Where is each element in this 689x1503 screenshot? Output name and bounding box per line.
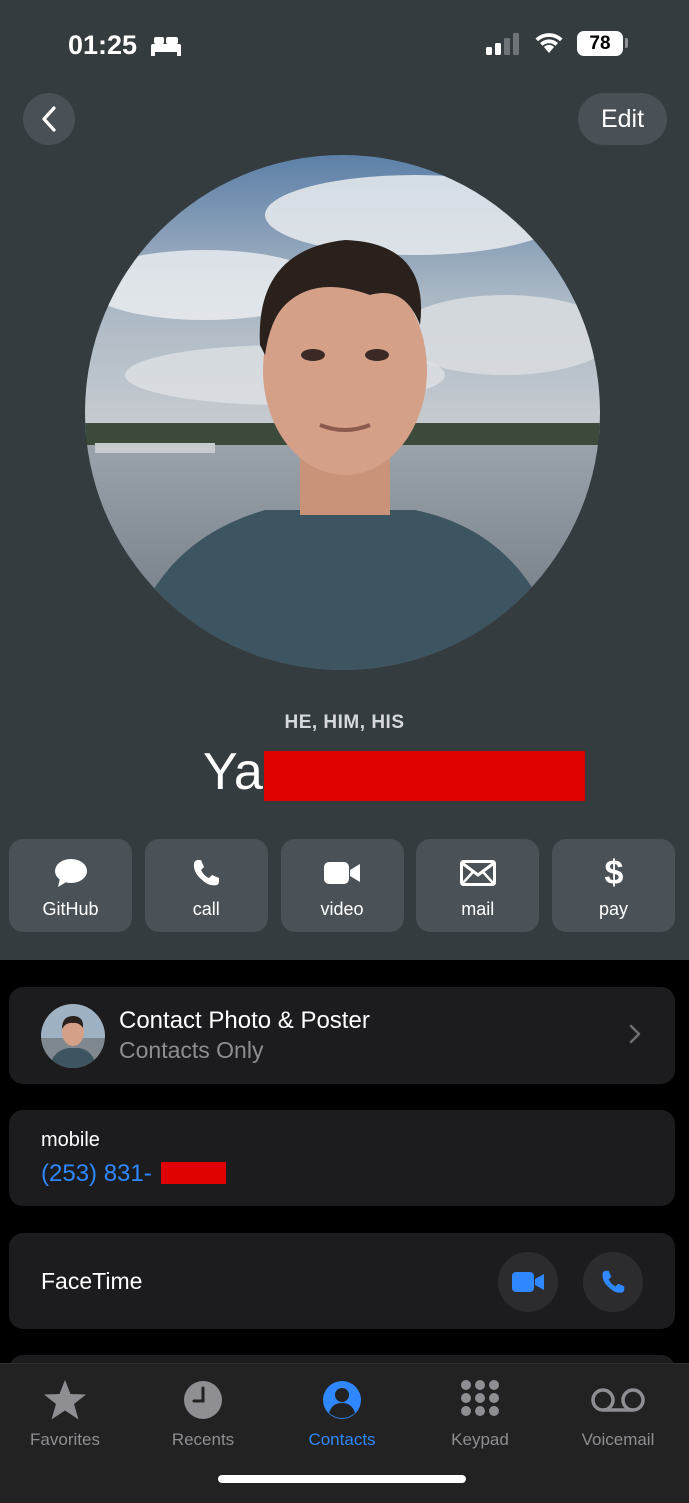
message-icon xyxy=(54,859,87,887)
pronouns-label: HE, HIM, HIS xyxy=(284,712,405,733)
poster-title: Contact Photo & Poster xyxy=(119,1007,370,1034)
video-icon xyxy=(512,1272,544,1292)
home-indicator[interactable] xyxy=(218,1475,466,1483)
call-button[interactable]: call xyxy=(144,839,268,932)
facetime-label: FaceTime xyxy=(41,1268,143,1294)
facetime-audio-button[interactable] xyxy=(583,1252,643,1312)
github-message-button[interactable]: GitHub xyxy=(9,839,132,932)
voicemail-icon xyxy=(591,1388,645,1412)
tab-label: Voicemail xyxy=(581,1430,655,1449)
phone-number-row[interactable]: mobile (253) 831- xyxy=(9,1110,675,1206)
chevron-left-icon xyxy=(42,106,56,132)
action-label: call xyxy=(192,899,220,919)
clock-icon xyxy=(184,1381,222,1419)
contact-photo-poster-row[interactable]: Contact Photo & Poster Contacts Only xyxy=(9,987,675,1084)
quick-actions-row: GitHub call video mail $ pay xyxy=(9,839,675,932)
contact-photo[interactable] xyxy=(85,155,600,670)
tab-contacts[interactable]: Contacts xyxy=(282,1378,402,1450)
tab-recents[interactable]: Recents xyxy=(143,1378,263,1450)
phone-label: mobile xyxy=(41,1129,100,1151)
mail-button[interactable]: mail xyxy=(416,839,540,932)
action-label: video xyxy=(320,899,364,919)
action-label: pay xyxy=(598,899,629,919)
tab-label: Keypad xyxy=(451,1430,509,1449)
tab-keypad[interactable]: Keypad xyxy=(420,1378,540,1450)
phone-number-link[interactable]: (253) 831- xyxy=(41,1160,152,1188)
battery-cap xyxy=(625,38,628,48)
tab-label: Contacts xyxy=(308,1430,376,1449)
star-icon xyxy=(44,1380,86,1420)
tab-favorites[interactable]: Favorites xyxy=(5,1378,125,1450)
status-time: 01:25 xyxy=(68,30,138,60)
keypad-icon xyxy=(461,1380,499,1416)
chevron-right-icon xyxy=(629,1024,641,1044)
edit-button[interactable]: Edit xyxy=(578,93,667,145)
svg-text:$: $ xyxy=(604,856,623,890)
mini-avatar xyxy=(41,1004,105,1068)
sleep-focus-icon xyxy=(151,37,181,56)
tab-label: Favorites xyxy=(30,1430,100,1449)
video-icon xyxy=(324,862,360,884)
facetime-video-button[interactable] xyxy=(498,1252,558,1312)
tab-voicemail[interactable]: Voicemail xyxy=(558,1378,678,1450)
phone-icon xyxy=(194,860,220,886)
wifi-icon xyxy=(535,33,563,53)
phone-redaction-box xyxy=(161,1162,226,1184)
poster-subtitle: Contacts Only xyxy=(119,1037,264,1063)
cellular-signal-icon xyxy=(486,33,519,55)
pay-button[interactable]: $ pay xyxy=(552,839,675,932)
contact-name: Ya xyxy=(203,743,263,801)
tab-label: Recents xyxy=(171,1430,235,1449)
action-label: mail xyxy=(461,899,495,919)
video-button[interactable]: video xyxy=(280,839,404,932)
phone-icon xyxy=(602,1270,625,1293)
portrait-image xyxy=(85,155,600,670)
back-button[interactable] xyxy=(23,93,75,145)
action-label: GitHub xyxy=(42,899,99,919)
facetime-row: FaceTime xyxy=(9,1233,675,1329)
battery-indicator: 78 xyxy=(577,31,623,56)
dollar-icon: $ xyxy=(604,856,623,890)
mail-icon xyxy=(459,860,496,886)
person-icon xyxy=(323,1381,361,1419)
name-redaction-box xyxy=(264,751,585,801)
